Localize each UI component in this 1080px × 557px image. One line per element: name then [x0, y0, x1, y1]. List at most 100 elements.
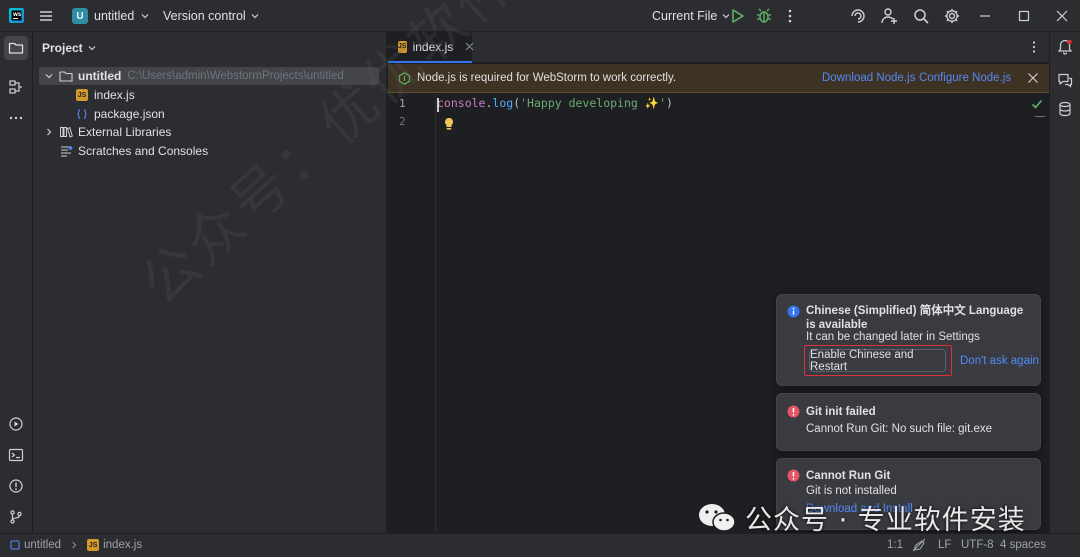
- search-icon[interactable]: [912, 6, 930, 26]
- version-control-selector[interactable]: Version control: [163, 7, 260, 25]
- notification-git-init-failed: Git init failed Cannot Run Git: No such …: [776, 393, 1041, 451]
- tab-index-js[interactable]: JS index.js: [388, 32, 474, 63]
- ai-assistant-icon[interactable]: [849, 6, 867, 26]
- line-separator[interactable]: LF: [938, 539, 951, 551]
- banner-message: Node.js is required for WebStorm to work…: [417, 72, 677, 84]
- download-and-install-link[interactable]: Download and Install: [806, 503, 913, 515]
- git-branch-icon[interactable]: [4, 505, 28, 529]
- structure-tool-window-icon[interactable]: [4, 75, 28, 99]
- indent-settings[interactable]: 4 spaces: [1000, 539, 1046, 551]
- notification-title: Chinese (Simplified) 简体中文 Language is av…: [806, 305, 1024, 331]
- maximize-window-icon[interactable]: [1014, 6, 1034, 26]
- project-name: untitled: [94, 9, 135, 23]
- json-file-icon: [75, 107, 89, 121]
- enable-chinese-and-restart-button[interactable]: Enable Chinese and Restart: [809, 349, 946, 373]
- tree-item-scratches[interactable]: Scratches and Consoles: [39, 142, 379, 160]
- notification-body: It can be changed later in Settings: [806, 331, 980, 343]
- close-tab-icon[interactable]: [465, 42, 474, 51]
- close-icon[interactable]: [1027, 72, 1039, 84]
- project-selector[interactable]: U untitled: [72, 7, 150, 25]
- terminal-icon[interactable]: [4, 443, 28, 467]
- notification-body: Git is not installed: [806, 485, 897, 497]
- chevron-down-icon: [250, 11, 260, 21]
- download-nodejs-link[interactable]: Download Node.js: [822, 72, 915, 84]
- project-root-name: untitled: [78, 69, 122, 83]
- nodejs-icon: [398, 72, 411, 85]
- scroll-marker: [1035, 116, 1045, 117]
- problems-icon[interactable]: [4, 474, 28, 498]
- notifications-bell-icon[interactable]: [1056, 38, 1074, 56]
- database-icon[interactable]: [1056, 100, 1074, 118]
- right-tool-stripe: [1049, 32, 1080, 533]
- code-line-1[interactable]: console.log('Happy developing ✨'): [437, 96, 673, 110]
- editor-gutter: [388, 94, 435, 533]
- tree-item-label: index.js: [94, 88, 135, 102]
- run-icon[interactable]: [729, 6, 747, 26]
- breadcrumb-file[interactable]: index.js: [103, 539, 142, 551]
- configure-nodejs-link[interactable]: Configure Node.js: [919, 72, 1011, 84]
- add-user-icon[interactable]: [880, 6, 898, 26]
- chevron-down-icon: [140, 11, 150, 21]
- error-icon: [787, 405, 800, 418]
- caret-position[interactable]: 1:1: [887, 539, 903, 551]
- settings-gear-icon[interactable]: [943, 6, 961, 26]
- editor-tabs: JS index.js: [388, 32, 1049, 63]
- chevron-right-icon[interactable]: [43, 126, 55, 138]
- project-tool-window: Project untitled C:\Users\admin\Webstorm…: [33, 32, 387, 533]
- services-icon[interactable]: [4, 412, 28, 436]
- tree-item-label: package.json: [94, 107, 165, 121]
- read-only-toggle-icon[interactable]: [912, 538, 926, 552]
- title-bar: WS U untitled Version control Current Fi…: [0, 0, 1080, 32]
- left-tool-stripe: [0, 32, 33, 533]
- inspection-ok-checkmark-icon[interactable]: [1031, 98, 1043, 110]
- tree-item-index-js[interactable]: JS index.js: [39, 86, 379, 104]
- breadcrumb-project[interactable]: untitled: [24, 539, 61, 551]
- more-actions-icon[interactable]: [783, 6, 797, 26]
- code-token-identifier: console: [437, 96, 486, 110]
- run-configuration-label: Current File: [652, 9, 718, 23]
- project-root-path: C:\Users\admin\WebstormProjects\untitled: [127, 70, 344, 82]
- scratches-icon: [59, 144, 73, 158]
- nodejs-warning-banner: Node.js is required for WebStorm to work…: [388, 64, 1049, 93]
- chevron-down-icon[interactable]: [43, 70, 55, 82]
- line-number: 2: [399, 115, 406, 128]
- minimize-window-icon[interactable]: [975, 6, 995, 26]
- file-encoding[interactable]: UTF-8: [961, 539, 994, 551]
- run-configuration-selector[interactable]: Current File: [652, 7, 731, 25]
- line-number: 1: [399, 97, 406, 110]
- dont-ask-again-link[interactable]: Don't ask again: [960, 355, 1039, 367]
- chevron-right-icon: [69, 540, 79, 550]
- notification-title: Git init failed: [806, 406, 876, 418]
- notification-cannot-run-git: Cannot Run Git Git is not installed Down…: [776, 458, 1041, 530]
- lightbulb-icon[interactable]: [443, 117, 455, 131]
- js-badge: JS: [76, 89, 88, 101]
- close-window-icon[interactable]: [1052, 6, 1072, 26]
- main-menu-icon[interactable]: [38, 8, 54, 24]
- debug-icon[interactable]: [755, 6, 773, 26]
- project-icon: [10, 540, 20, 550]
- notification-body: Cannot Run Git: No such file: git.exe: [806, 423, 993, 435]
- library-icon: [59, 125, 73, 139]
- text-caret: [437, 98, 439, 112]
- tree-item-package-json[interactable]: package.json: [39, 105, 379, 123]
- tab-actions-more-icon[interactable]: [1027, 40, 1041, 54]
- project-badge: U: [72, 8, 88, 24]
- tree-item-project-root[interactable]: untitled C:\Users\admin\WebstormProjects…: [39, 67, 379, 85]
- project-tool-window-icon[interactable]: [4, 36, 28, 60]
- project-panel-title: Project: [42, 41, 83, 55]
- notification-title: Cannot Run Git: [806, 470, 891, 482]
- chevron-down-icon: [87, 43, 97, 53]
- version-control-label: Version control: [163, 9, 246, 23]
- more-tool-windows-icon[interactable]: [4, 106, 28, 130]
- javascript-file-icon: JS: [398, 40, 407, 53]
- svg-text:WS: WS: [13, 12, 21, 18]
- gutter-divider: [435, 94, 436, 533]
- ai-chat-icon[interactable]: [1056, 70, 1074, 88]
- tab-label: index.js: [412, 39, 454, 54]
- javascript-file-icon: JS: [87, 539, 100, 551]
- tree-item-external-libraries[interactable]: External Libraries: [39, 123, 379, 141]
- webstorm-logo-icon[interactable]: WS: [9, 8, 24, 23]
- project-view-selector[interactable]: Project: [42, 41, 97, 55]
- info-icon: [787, 305, 800, 318]
- code-token-paren-close: ): [666, 96, 673, 110]
